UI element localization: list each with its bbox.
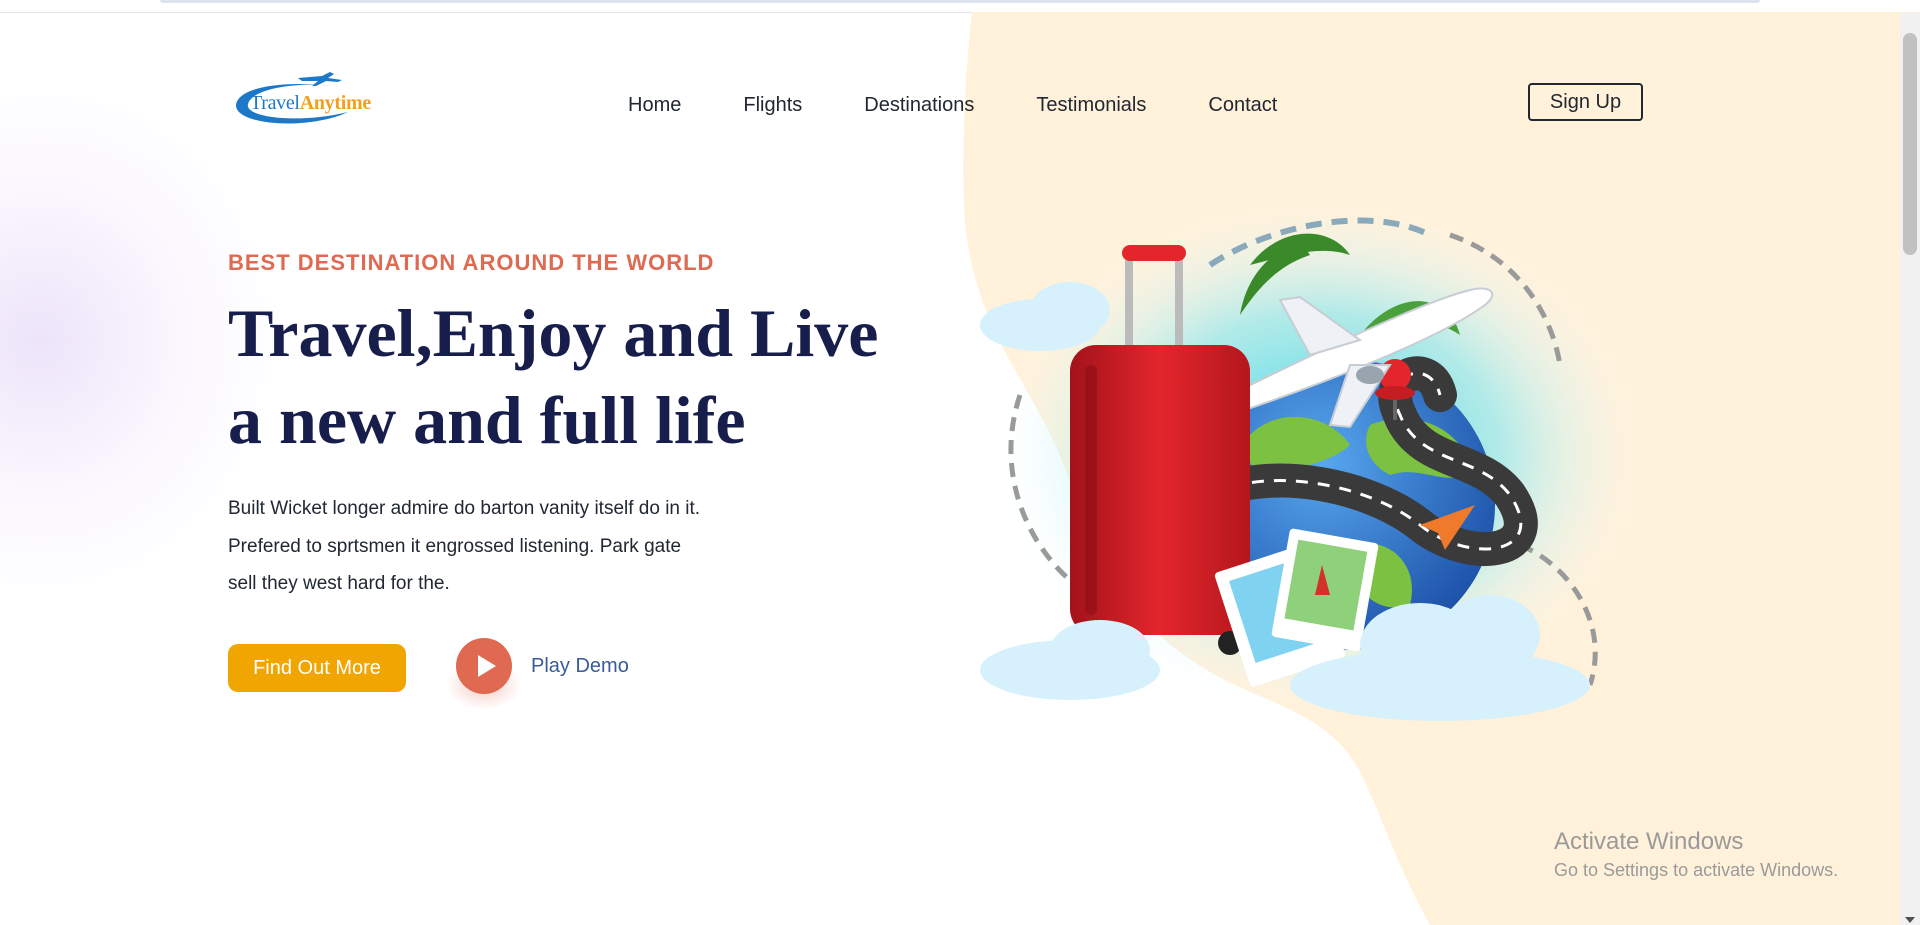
brand-name-part1: Travel: [250, 92, 300, 114]
hero-description-line2: Prefered to sprtsmen it engrossed listen…: [228, 535, 682, 557]
brand-logo[interactable]: TravelAnytime: [230, 72, 380, 128]
logo-airplane-icon: [298, 72, 342, 86]
find-out-more-button[interactable]: Find Out More: [228, 644, 406, 692]
hero-eyebrow: BEST DESTINATION AROUND THE WORLD: [228, 250, 715, 275]
brand-name-part2: Anytime: [299, 92, 372, 114]
scrollbar-thumb[interactable]: [1903, 33, 1917, 255]
brand-name: TravelAnytime: [250, 92, 371, 115]
nav-item-destinations[interactable]: Destinations: [864, 94, 974, 117]
play-demo-button[interactable]: [446, 638, 522, 710]
hero-description: Built Wicket longer admire do barton van…: [228, 490, 748, 603]
nav-item-contact[interactable]: Contact: [1208, 94, 1277, 117]
watermark-title: Activate Windows: [1554, 828, 1744, 855]
activate-windows-watermark: Activate Windows Go to Settings to activ…: [1554, 828, 1838, 881]
hero-description-line3: sell they west hard for the.: [228, 573, 450, 594]
nav-item-testimonials[interactable]: Testimonials: [1036, 94, 1146, 117]
main-nav: Home Flights Destinations Testimonials C…: [628, 90, 1339, 120]
nav-item-flights[interactable]: Flights: [743, 94, 802, 117]
scroll-down-icon[interactable]: [1905, 917, 1915, 923]
play-demo-link[interactable]: Play Demo: [531, 655, 629, 678]
watermark-subtitle: Go to Settings to activate Windows.: [1554, 860, 1839, 880]
hero-headline: Travel,Enjoy and Live a new and full lif…: [228, 290, 928, 464]
address-bar-edge: [160, 0, 1760, 3]
hero-illustration: [950, 165, 1670, 775]
hero-headline-line1: Travel,Enjoy and Live: [228, 295, 879, 371]
sign-up-button[interactable]: Sign Up: [1528, 83, 1643, 121]
landing-page: TravelAnytime Home Flights Destinations …: [0, 0, 1920, 925]
hero-description-line1: Built Wicket longer admire do barton van…: [228, 498, 701, 519]
page-scrollbar[interactable]: [1900, 13, 1920, 925]
nav-item-home[interactable]: Home: [628, 94, 681, 117]
play-icon[interactable]: [456, 638, 512, 694]
hero-headline-line2: a new and full life: [228, 382, 746, 458]
